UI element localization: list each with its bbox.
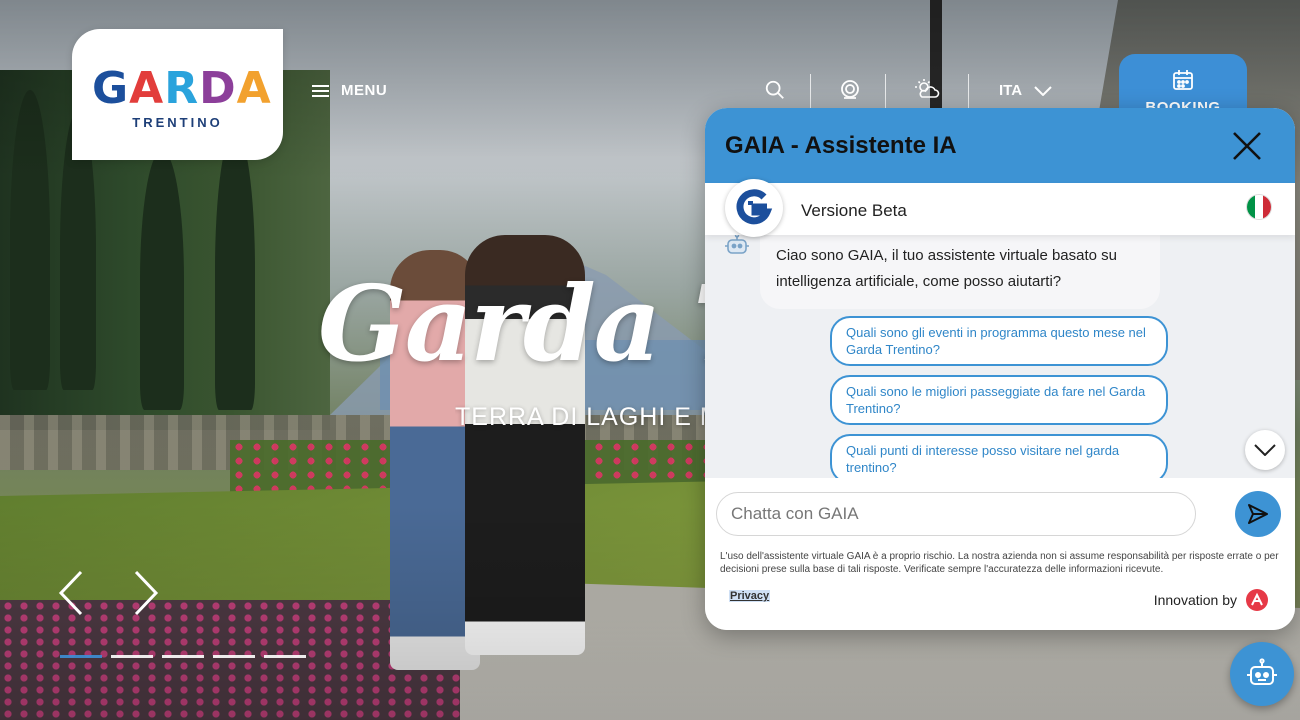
chat-input[interactable] — [716, 492, 1196, 536]
suggestion-chip[interactable]: Quali punti di interesse posso visitare … — [830, 434, 1168, 478]
weather-icon[interactable] — [912, 75, 942, 105]
scroll-down-button[interactable] — [1245, 430, 1285, 470]
suggestion-chip[interactable]: Quali sono le migliori passeggiate da fa… — [830, 375, 1168, 425]
chat-header: GAIA - Assistente IA — [705, 108, 1295, 183]
gaia-logo-icon — [736, 189, 773, 225]
robot-icon — [1247, 658, 1277, 685]
bot-message: Ciao sono GAIA, il tuo assistente virtua… — [760, 235, 1160, 309]
close-chat-button[interactable] — [1227, 126, 1267, 166]
search-icon[interactable] — [760, 75, 790, 105]
carousel-dot[interactable] — [111, 655, 153, 658]
chevron-down-icon — [1034, 85, 1052, 96]
hamburger-icon — [312, 84, 329, 97]
hero-title: Garda Trentino — [318, 262, 710, 385]
gaia-avatar — [725, 179, 783, 237]
italian-flag-icon[interactable] — [1247, 195, 1271, 219]
carousel-dot[interactable] — [162, 655, 204, 658]
carousel-dot[interactable] — [213, 655, 255, 658]
bot-icon — [723, 235, 751, 257]
booking-button[interactable]: BOOKING — [1119, 54, 1247, 116]
chat-messages[interactable]: Ciao sono GAIA, il tuo assistente virtua… — [705, 235, 1295, 478]
chat-subheader: Versione Beta — [705, 179, 1295, 237]
logo-subtitle: TRENTINO — [132, 115, 223, 130]
calendar-icon — [1173, 70, 1193, 90]
chat-title: GAIA - Assistente IA — [725, 132, 957, 159]
carousel-dot[interactable] — [264, 655, 306, 658]
chatbot-toggle-button[interactable] — [1230, 642, 1294, 706]
innovation-label: Innovation by — [1153, 592, 1237, 608]
chevron-down-icon — [1254, 444, 1276, 456]
chevron-right-icon — [134, 570, 159, 616]
disclaimer-text: L'uso dell'assistente virtuale GAIA è a … — [720, 551, 1279, 575]
chevron-left-icon — [58, 570, 83, 616]
carousel-next-arrow[interactable] — [133, 570, 159, 621]
menu-button[interactable]: MENU — [312, 82, 387, 99]
send-button[interactable] — [1235, 491, 1281, 537]
version-label: Versione Beta — [801, 201, 907, 220]
partner-logo-icon[interactable] — [1245, 588, 1269, 612]
chat-footer: L'uso dell'assistente virtuale GAIA è a … — [705, 478, 1295, 630]
webcam-icon[interactable] — [835, 75, 865, 105]
hero-subtitle: TERRA DI LAGHI E MONTAGNE — [455, 403, 710, 431]
innovation-credit: Innovation by — [1154, 588, 1269, 612]
suggestion-chip[interactable]: Quali sono gli eventi in programma quest… — [830, 316, 1168, 366]
menu-label: MENU — [341, 82, 388, 99]
privacy-link[interactable]: Privacy — [729, 590, 771, 602]
chat-widget: GAIA - Assistente IA Versione Beta Ciao … — [705, 108, 1295, 630]
carousel-prev-arrow[interactable] — [58, 570, 84, 621]
site-logo[interactable]: GARDA TRENTINO — [72, 29, 283, 160]
language-label: ITA — [999, 82, 1023, 99]
language-selector[interactable]: ITA — [999, 82, 1052, 99]
logo-wordmark: GARDA — [92, 63, 272, 114]
close-icon — [1233, 132, 1261, 160]
carousel-dot[interactable] — [60, 655, 102, 658]
send-icon — [1248, 504, 1268, 524]
carousel-pagination — [60, 655, 306, 658]
